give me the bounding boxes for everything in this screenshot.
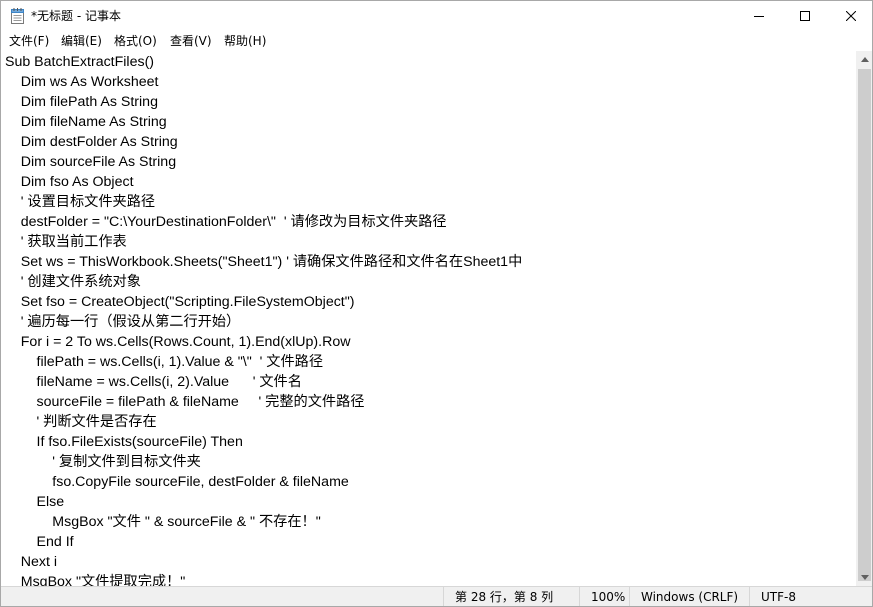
- code-line: Dim fso As Object: [5, 174, 134, 190]
- status-bar: 第 28 行，第 8 列 100% Windows (CRLF) UTF-8: [1, 586, 872, 606]
- close-icon: [846, 11, 856, 21]
- menu-help[interactable]: 帮助(H): [224, 33, 266, 49]
- maximize-button[interactable]: [782, 1, 828, 31]
- zoom-level: 100%: [591, 590, 626, 604]
- code-line: ' 遍历每一行（假设从第二行开始）: [5, 314, 241, 330]
- status-separator: [579, 587, 580, 606]
- close-button[interactable]: [828, 1, 872, 31]
- status-separator: [443, 587, 444, 606]
- code-line: Set ws = ThisWorkbook.Sheets("Sheet1") '…: [5, 254, 523, 270]
- menu-view[interactable]: 查看(V): [170, 33, 212, 49]
- code-line: ' 复制文件到目标文件夹: [5, 454, 201, 470]
- code-line: For i = 2 To ws.Cells(Rows.Count, 1).End…: [5, 334, 351, 350]
- code-line: ' 获取当前工作表: [5, 234, 127, 250]
- code-line: fso.CopyFile sourceFile, destFolder & fi…: [5, 474, 349, 490]
- title-bar[interactable]: *无标题 - 记事本: [1, 1, 872, 31]
- code-line: destFolder = "C:\YourDestinationFolder\"…: [5, 214, 447, 230]
- scroll-down-button[interactable]: [856, 569, 872, 586]
- code-line: Dim fileName As String: [5, 114, 167, 130]
- code-line: If fso.FileExists(sourceFile) Then: [5, 434, 243, 450]
- code-line: MsgBox "文件提取完成！": [5, 574, 186, 586]
- minimize-icon: [754, 16, 764, 17]
- code-line: Else: [5, 494, 65, 510]
- menu-bar: 文件(F) 编辑(E) 格式(O) 查看(V) 帮助(H): [1, 31, 872, 51]
- notepad-icon: [11, 8, 24, 24]
- line-ending: Windows (CRLF): [641, 590, 739, 604]
- code-line: Dim ws As Worksheet: [5, 74, 159, 90]
- scrollbar-thumb[interactable]: [858, 69, 871, 581]
- menu-file[interactable]: 文件(F): [9, 33, 49, 49]
- code-line: ' 创建文件系统对象: [5, 274, 141, 290]
- status-separator: [749, 587, 750, 606]
- code-line: End If: [5, 534, 74, 550]
- arrow-down-icon: [860, 575, 869, 580]
- code-line: MsgBox "文件 " & sourceFile & " 不存在！": [5, 514, 321, 530]
- code-line: Dim destFolder As String: [5, 134, 178, 150]
- code-line: Next i: [5, 554, 58, 570]
- arrow-up-icon: [860, 57, 869, 62]
- encoding: UTF-8: [761, 590, 796, 604]
- code-line: sourceFile = filePath & fileName ' 完整的文件…: [5, 394, 365, 410]
- vertical-scrollbar[interactable]: [856, 51, 872, 586]
- code-line: Dim sourceFile As String: [5, 154, 177, 170]
- code-line: Dim filePath As String: [5, 94, 158, 110]
- code-line: fileName = ws.Cells(i, 2).Value ' 文件名: [5, 374, 302, 390]
- code-line: filePath = ws.Cells(i, 1).Value & "\" ' …: [5, 354, 324, 370]
- code-line: ' 判断文件是否存在: [5, 414, 157, 430]
- notepad-window: *无标题 - 记事本 文件(F) 编辑(E) 格式(O) 查看(V) 帮助(H)…: [0, 0, 873, 607]
- minimize-button[interactable]: [736, 1, 782, 31]
- text-editor[interactable]: Sub BatchExtractFiles() Dim ws As Worksh…: [1, 51, 856, 586]
- maximize-icon: [800, 11, 810, 21]
- cursor-position: 第 28 行，第 8 列: [455, 590, 554, 604]
- status-separator: [629, 587, 630, 606]
- window-title: *无标题 - 记事本: [31, 9, 121, 23]
- code-line: ' 设置目标文件夹路径: [5, 194, 156, 210]
- menu-format[interactable]: 格式(O): [114, 33, 157, 49]
- code-line: Set fso = CreateObject("Scripting.FileSy…: [5, 294, 355, 310]
- scroll-up-button[interactable]: [856, 51, 872, 68]
- menu-edit[interactable]: 编辑(E): [61, 33, 102, 49]
- code-line: Sub BatchExtractFiles(): [5, 54, 155, 70]
